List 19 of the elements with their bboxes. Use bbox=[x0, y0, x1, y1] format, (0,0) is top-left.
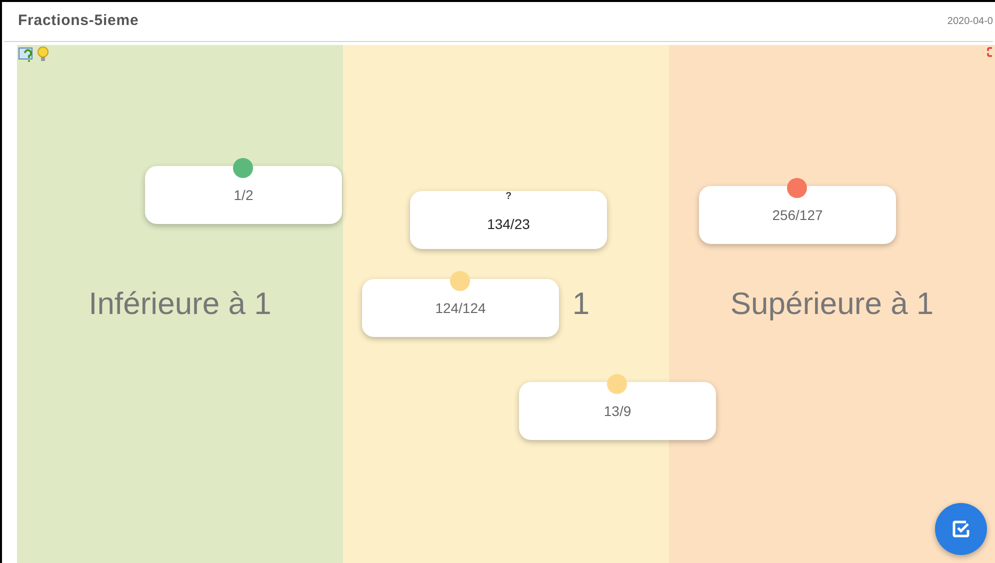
page-title: Fractions-5ieme bbox=[18, 11, 139, 32]
fraction-card[interactable]: ? 134/23 bbox=[410, 191, 607, 249]
fraction-text: 134/23 bbox=[487, 214, 530, 234]
fraction-card[interactable]: 256/127 bbox=[699, 186, 896, 244]
zone-label: 1 bbox=[572, 284, 590, 323]
fraction-card[interactable]: 1/2 bbox=[145, 166, 342, 224]
zone-label: Inférieure à 1 bbox=[88, 284, 272, 323]
fraction-text: 13/9 bbox=[604, 402, 632, 420]
lightbulb-icon[interactable] bbox=[37, 46, 49, 62]
fraction-text: 124/124 bbox=[435, 298, 486, 318]
question-mark: ? bbox=[505, 190, 512, 204]
checkbox-icon bbox=[951, 519, 971, 539]
fraction-card[interactable]: 13/9 bbox=[519, 382, 716, 440]
fraction-text: 1/2 bbox=[234, 186, 254, 204]
fullscreen-icon[interactable] bbox=[987, 47, 995, 57]
fraction-text: 256/127 bbox=[772, 206, 823, 224]
zone-label: Supérieure à 1 bbox=[730, 284, 934, 323]
fraction-card[interactable]: 124/124 bbox=[362, 279, 559, 337]
date-text: 2020-04-0 bbox=[947, 15, 993, 29]
